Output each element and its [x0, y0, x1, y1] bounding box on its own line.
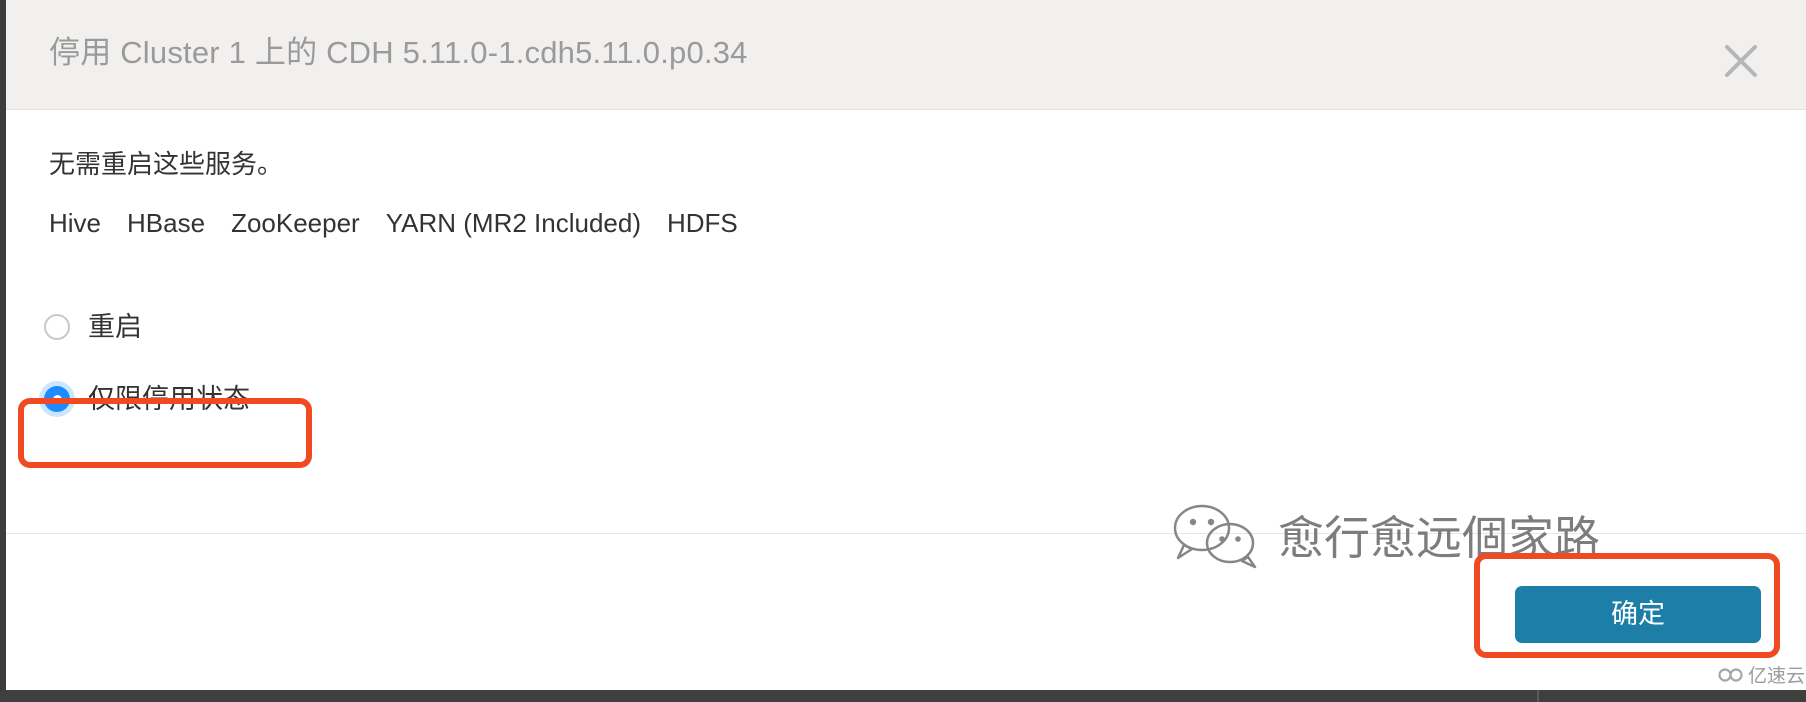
confirm-button[interactable]: 确定 — [1515, 586, 1761, 643]
service-item: YARN (MR2 Included) — [385, 208, 641, 238]
radio-unchecked-icon[interactable] — [44, 314, 70, 340]
dialog-header: 停用 Cluster 1 上的 CDH 5.11.0-1.cdh5.11.0.p… — [6, 0, 1806, 110]
affected-service-list: Hive HBase ZooKeeper YARN (MR2 Included)… — [49, 206, 738, 240]
restart-not-required-note: 无需重启这些服务。 — [49, 149, 284, 179]
service-item: ZooKeeper — [231, 208, 360, 238]
screen: 停用 Cluster 1 上的 CDH 5.11.0-1.cdh5.11.0.p… — [0, 0, 1806, 702]
close-icon[interactable] — [1718, 38, 1764, 84]
service-item: HDFS — [666, 208, 738, 238]
radio-option-restart[interactable]: 重启 — [44, 298, 644, 356]
radio-option-label: 仅限停用状态 — [88, 384, 250, 414]
radio-option-label: 重启 — [88, 312, 142, 342]
window-chrome-bottom-edge — [0, 690, 1806, 702]
radio-checked-icon[interactable] — [44, 386, 70, 412]
window-chrome-bottom-seam — [1537, 690, 1539, 702]
dialog-body: 无需重启这些服务。 Hive HBase ZooKeeper YARN (MR2… — [6, 111, 1806, 533]
service-item: Hive — [49, 208, 102, 238]
service-item: HBase — [127, 208, 206, 238]
restart-mode-radio-group: 重启 仅限停用状态 — [44, 298, 644, 428]
dialog-footer: 确定 — [6, 533, 1806, 690]
dialog-title: 停用 Cluster 1 上的 CDH 5.11.0-1.cdh5.11.0.p… — [49, 35, 748, 70]
radio-option-stopped-only[interactable]: 仅限停用状态 — [44, 370, 644, 428]
stop-service-dialog: 停用 Cluster 1 上的 CDH 5.11.0-1.cdh5.11.0.p… — [6, 0, 1806, 690]
